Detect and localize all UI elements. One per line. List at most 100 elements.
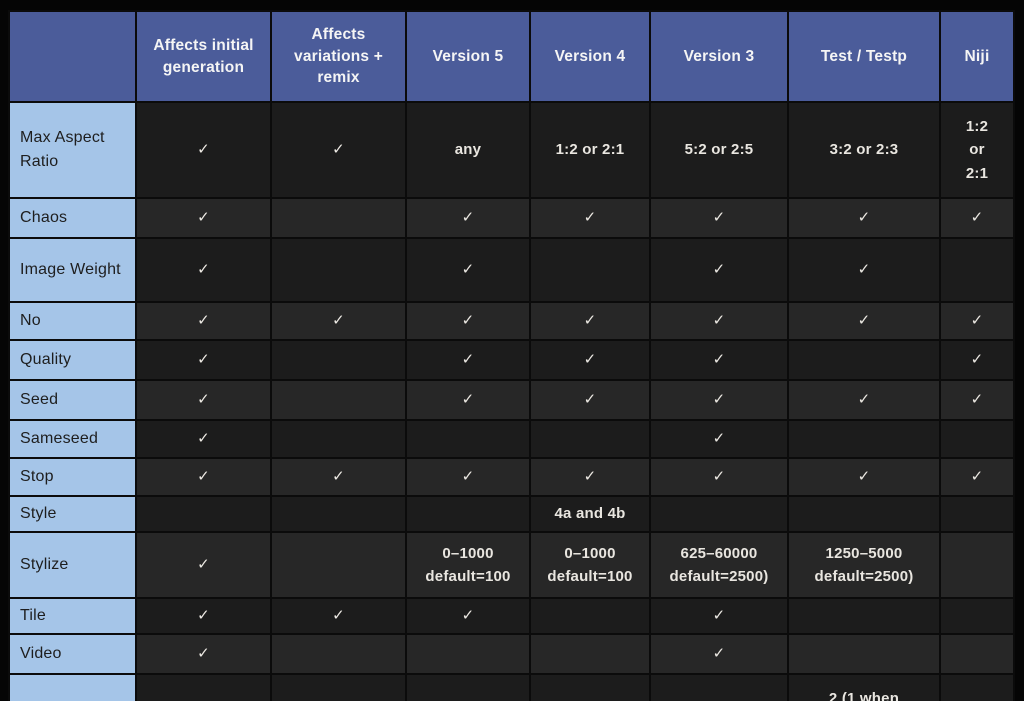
cell-sameseed-test-testp (789, 421, 939, 457)
check-icon: ✓ (197, 430, 210, 447)
row-header-number-of-grid-images: Number of Grid Images (10, 675, 135, 701)
table-row-quality: Quality✓✓✓✓✓ (10, 341, 1013, 379)
header-row: Affects initial generationAffects variat… (10, 12, 1013, 101)
check-icon: ✓ (197, 312, 210, 329)
check-icon: ✓ (462, 607, 475, 624)
cell-video-version-3: ✓ (651, 635, 787, 673)
cell-stop-niji: ✓ (941, 459, 1013, 495)
row-header-no: No (10, 303, 135, 339)
check-icon: ✓ (713, 607, 726, 624)
cell-stylize-test-testp: 1250–5000 default=2500) (789, 533, 939, 597)
cell-max-aspect-ratio-version-3: 5:2 or 2:5 (651, 103, 787, 197)
cell-tile-test-testp (789, 599, 939, 633)
column-header-version-4: Version 4 (531, 12, 649, 101)
cell-seed-test-testp: ✓ (789, 381, 939, 419)
row-header-style: Style (10, 497, 135, 531)
cell-style-version-4: 4a and 4b (531, 497, 649, 531)
cell-chaos-version-4: ✓ (531, 199, 649, 237)
check-icon: ✓ (197, 556, 210, 573)
check-icon: ✓ (584, 351, 597, 368)
check-icon: ✓ (713, 209, 726, 226)
cell-image-weight-version-4 (531, 239, 649, 301)
cell-seed-version-5: ✓ (407, 381, 529, 419)
cell-image-weight-test-testp: ✓ (789, 239, 939, 301)
cell-image-weight-version-3: ✓ (651, 239, 787, 301)
cell-style-version-3 (651, 497, 787, 531)
cell-number-of-grid-images-version-3: 4 (651, 675, 787, 701)
check-icon: ✓ (584, 312, 597, 329)
check-icon: ✓ (858, 468, 871, 485)
cell-chaos-niji: ✓ (941, 199, 1013, 237)
cell-image-weight-affects-initial-generation: ✓ (137, 239, 270, 301)
cell-number-of-grid-images-version-4: 4 (531, 675, 649, 701)
check-icon: ✓ (332, 607, 345, 624)
cell-sameseed-version-5 (407, 421, 529, 457)
table-row-no: No✓✓✓✓✓✓✓ (10, 303, 1013, 339)
check-icon: ✓ (332, 312, 345, 329)
cell-number-of-grid-images-test-testp: 2 (1 when aspect ratio≠1:1) (789, 675, 939, 701)
check-icon: ✓ (462, 468, 475, 485)
table-row-tile: Tile✓✓✓✓ (10, 599, 1013, 633)
check-icon: ✓ (462, 261, 475, 278)
cell-quality-test-testp (789, 341, 939, 379)
cell-no-version-4: ✓ (531, 303, 649, 339)
row-header-chaos: Chaos (10, 199, 135, 237)
cell-video-version-4 (531, 635, 649, 673)
cell-no-affects-variations-remix: ✓ (272, 303, 405, 339)
check-icon: ✓ (971, 312, 984, 329)
table-row-chaos: Chaos✓✓✓✓✓✓ (10, 199, 1013, 237)
cell-image-weight-version-5: ✓ (407, 239, 529, 301)
cell-stylize-version-3: 625–60000 default=2500) (651, 533, 787, 597)
cell-stylize-version-4: 0–1000 default=100 (531, 533, 649, 597)
row-header-seed: Seed (10, 381, 135, 419)
cell-max-aspect-ratio-version-5: any (407, 103, 529, 197)
check-icon: ✓ (584, 468, 597, 485)
row-header-video: Video (10, 635, 135, 673)
cell-video-niji (941, 635, 1013, 673)
cell-sameseed-affects-variations-remix (272, 421, 405, 457)
cell-quality-affects-variations-remix (272, 341, 405, 379)
cell-seed-niji: ✓ (941, 381, 1013, 419)
check-icon: ✓ (462, 391, 475, 408)
check-icon: ✓ (197, 391, 210, 408)
table-row-sameseed: Sameseed✓✓ (10, 421, 1013, 457)
cell-no-version-3: ✓ (651, 303, 787, 339)
check-icon: ✓ (713, 261, 726, 278)
check-icon: ✓ (584, 391, 597, 408)
cell-chaos-test-testp: ✓ (789, 199, 939, 237)
cell-number-of-grid-images-niji (941, 675, 1013, 701)
cell-stop-version-3: ✓ (651, 459, 787, 495)
cell-sameseed-version-3: ✓ (651, 421, 787, 457)
cell-quality-version-4: ✓ (531, 341, 649, 379)
check-icon: ✓ (332, 141, 345, 158)
cell-video-version-5 (407, 635, 529, 673)
check-icon: ✓ (197, 645, 210, 662)
check-icon: ✓ (971, 351, 984, 368)
check-icon: ✓ (197, 141, 210, 158)
cell-quality-version-3: ✓ (651, 341, 787, 379)
table-row-image-weight: Image Weight✓✓✓✓ (10, 239, 1013, 301)
cell-no-affects-initial-generation: ✓ (137, 303, 270, 339)
cell-tile-version-5: ✓ (407, 599, 529, 633)
cell-image-weight-affects-variations-remix (272, 239, 405, 301)
cell-image-weight-niji (941, 239, 1013, 301)
cell-no-niji: ✓ (941, 303, 1013, 339)
cell-stop-test-testp: ✓ (789, 459, 939, 495)
table-row-seed: Seed✓✓✓✓✓✓ (10, 381, 1013, 419)
cell-number-of-grid-images-version-5: 4 (407, 675, 529, 701)
cell-quality-niji: ✓ (941, 341, 1013, 379)
cell-stylize-affects-initial-generation: ✓ (137, 533, 270, 597)
cell-chaos-version-3: ✓ (651, 199, 787, 237)
cell-tile-affects-variations-remix: ✓ (272, 599, 405, 633)
table-row-stylize: Stylize✓0–1000 default=1000–1000 default… (10, 533, 1013, 597)
check-icon: ✓ (332, 468, 345, 485)
check-icon: ✓ (858, 312, 871, 329)
cell-style-affects-initial-generation (137, 497, 270, 531)
cell-seed-version-3: ✓ (651, 381, 787, 419)
cell-style-test-testp (789, 497, 939, 531)
cell-seed-affects-variations-remix (272, 381, 405, 419)
table-row-stop: Stop✓✓✓✓✓✓✓ (10, 459, 1013, 495)
row-header-max-aspect-ratio: Max Aspect Ratio (10, 103, 135, 197)
check-icon: ✓ (197, 351, 210, 368)
check-icon: ✓ (713, 351, 726, 368)
